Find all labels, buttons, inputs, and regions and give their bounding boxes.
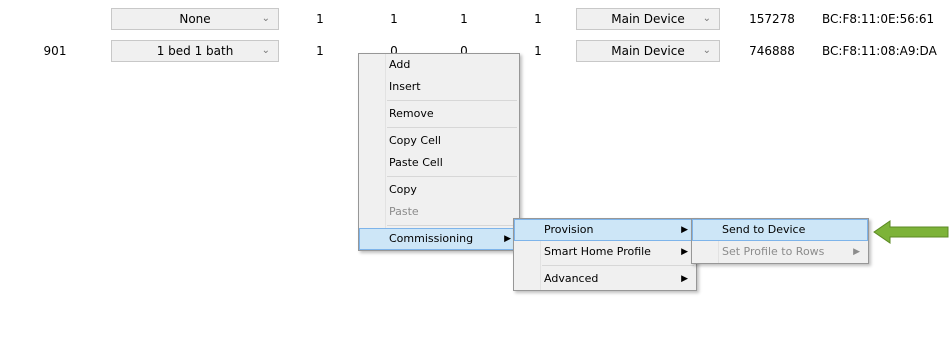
menu-separator	[387, 225, 517, 226]
menu-item-paste-cell[interactable]: Paste Cell	[359, 152, 519, 174]
device-dropdown[interactable]: Main Device ⌄	[576, 40, 720, 62]
chevron-down-icon: ⌄	[261, 13, 270, 24]
context-menu: Add Insert Remove Copy Cell Paste Cell C…	[358, 53, 520, 251]
menu-item-paste: Paste	[389, 205, 419, 218]
serial-cell[interactable]: 746888	[740, 37, 804, 65]
count-cell[interactable]: 1	[518, 5, 558, 33]
menu-item-provision[interactable]: Provision ▶	[514, 219, 696, 241]
menu-item-label: Commissioning	[389, 232, 474, 245]
room-type-value: 1 bed 1 bath	[156, 44, 234, 58]
menu-item-label: Smart Home Profile	[544, 245, 651, 258]
menu-item-label: Provision	[544, 223, 594, 236]
menu-separator	[387, 127, 517, 128]
provision-submenu: Send to Device Set Profile to Rows ▶	[691, 218, 869, 264]
menu-item-copy-cell[interactable]: Copy Cell	[359, 130, 519, 152]
mac-cell[interactable]: BC:F8:11:08:A9:DA	[822, 37, 950, 65]
green-arrow-icon	[873, 220, 949, 244]
menu-item-send-to-device[interactable]: Send to Device	[692, 219, 868, 241]
menu-item-add[interactable]: Add	[359, 54, 519, 76]
device-value: Main Device	[611, 44, 685, 58]
menu-item-set-profile-to-rows: Set Profile to Rows ▶	[692, 241, 868, 263]
menu-separator	[542, 265, 694, 266]
chevron-down-icon: ⌄	[702, 13, 711, 24]
menu-item-smart-home-profile[interactable]: Smart Home Profile ▶	[514, 241, 696, 263]
chevron-down-icon: ⌄	[702, 45, 711, 56]
menu-separator	[387, 176, 517, 177]
device-value: Main Device	[611, 12, 685, 26]
count-cell[interactable]: 1	[300, 5, 340, 33]
count-cell[interactable]: 1	[518, 37, 558, 65]
submenu-arrow-icon: ▶	[681, 225, 688, 235]
room-cell[interactable]	[30, 5, 80, 33]
submenu-arrow-icon: ▶	[853, 247, 860, 257]
submenu-arrow-icon: ▶	[504, 234, 511, 244]
room-type-dropdown[interactable]: None ⌄	[111, 8, 279, 30]
count-cell[interactable]: 1	[300, 37, 340, 65]
count-cell[interactable]: 1	[444, 5, 484, 33]
menu-item-label: Set Profile to Rows	[722, 245, 825, 258]
menu-item-advanced[interactable]: Advanced ▶	[514, 268, 696, 290]
serial-cell[interactable]: 157278	[740, 5, 804, 33]
room-cell[interactable]: 901	[30, 37, 80, 65]
menu-item-commissioning[interactable]: Commissioning ▶	[359, 228, 519, 250]
table-row[interactable]: None ⌄ 1 1 1 1 Main Device ⌄ 157278 BC:F…	[0, 5, 950, 33]
commissioning-submenu: Provision ▶ Smart Home Profile ▶ Advance…	[513, 218, 697, 291]
submenu-arrow-icon: ▶	[681, 274, 688, 284]
menu-item-insert[interactable]: Insert	[359, 76, 519, 98]
room-type-value: None	[179, 12, 211, 26]
menu-item-copy[interactable]: Copy	[359, 179, 519, 201]
menu-item-label: Advanced	[544, 272, 599, 285]
count-cell[interactable]: 1	[374, 5, 414, 33]
menu-separator	[387, 100, 517, 101]
submenu-arrow-icon: ▶	[681, 247, 688, 257]
room-type-dropdown[interactable]: 1 bed 1 bath ⌄	[111, 40, 279, 62]
device-dropdown[interactable]: Main Device ⌄	[576, 8, 720, 30]
mac-cell[interactable]: BC:F8:11:0E:56:61	[822, 5, 950, 33]
menu-item-remove[interactable]: Remove	[359, 103, 519, 125]
chevron-down-icon: ⌄	[261, 45, 270, 56]
